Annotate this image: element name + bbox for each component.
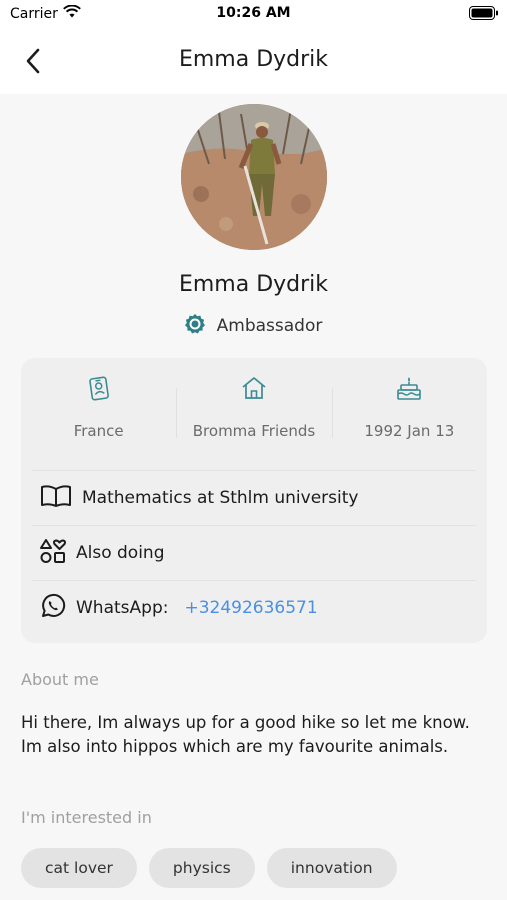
book-icon — [40, 484, 72, 513]
also-doing-row[interactable]: Also doing — [32, 525, 476, 580]
interest-chip[interactable]: physics — [148, 848, 255, 888]
also-doing-label: Also doing — [76, 543, 165, 563]
birthday-cake-icon — [396, 374, 422, 402]
interest-chip[interactable]: cat lover — [21, 848, 137, 888]
education-row: Mathematics at Sthlm university — [32, 470, 476, 525]
stat-group-label: Bromma Friends — [192, 422, 316, 440]
stat-country: France — [21, 358, 176, 468]
role-row: Ambassador — [0, 314, 507, 338]
whatsapp-label: WhatsApp: — [76, 598, 169, 618]
about-text-line: Im also into hippos which are my favouri… — [21, 737, 449, 756]
education-label: Mathematics at Sthlm university — [82, 488, 359, 508]
id-badge-icon — [88, 374, 110, 402]
stat-birthday: 1992 Jan 13 — [331, 358, 487, 468]
info-card: France Bromma Friends 1992 Jan 13 Mathem… — [21, 358, 487, 643]
ambassador-badge-icon — [184, 314, 205, 338]
stat-group: Bromma Friends — [176, 358, 331, 468]
status-bar: Carrier 10:26 AM — [0, 0, 507, 28]
profile-screen: Carrier 10:26 AM Emma Dydrik Emma Dydrik… — [0, 0, 507, 900]
whatsapp-row: WhatsApp: +32492636571 — [32, 580, 476, 635]
status-time: 10:26 AM — [216, 5, 291, 21]
interest-chips: cat lover physics innovation — [21, 848, 397, 888]
battery-icon — [469, 6, 499, 24]
interest-chip[interactable]: innovation — [266, 848, 397, 888]
home-icon — [241, 374, 267, 402]
whatsapp-number-link[interactable]: +32492636571 — [184, 598, 317, 618]
about-title: About me — [21, 670, 99, 689]
shapes-icon — [40, 538, 66, 569]
interests-title: I'm interested in — [21, 808, 152, 827]
about-text-line: Hi there, Im always up for a good hike s… — [21, 713, 470, 732]
stats-row: France Bromma Friends 1992 Jan 13 — [21, 358, 487, 468]
avatar — [181, 104, 327, 250]
whatsapp-icon — [40, 593, 66, 624]
nav-bar: Emma Dydrik — [0, 28, 507, 94]
stat-country-label: France — [73, 422, 124, 440]
stat-birthday-label: 1992 Jan 13 — [364, 422, 455, 440]
profile-name: Emma Dydrik — [178, 272, 329, 297]
role-label: Ambassador — [216, 316, 323, 336]
nav-title: Emma Dydrik — [178, 47, 329, 72]
about-text: Hi there, Im always up for a good hike s… — [21, 711, 491, 759]
